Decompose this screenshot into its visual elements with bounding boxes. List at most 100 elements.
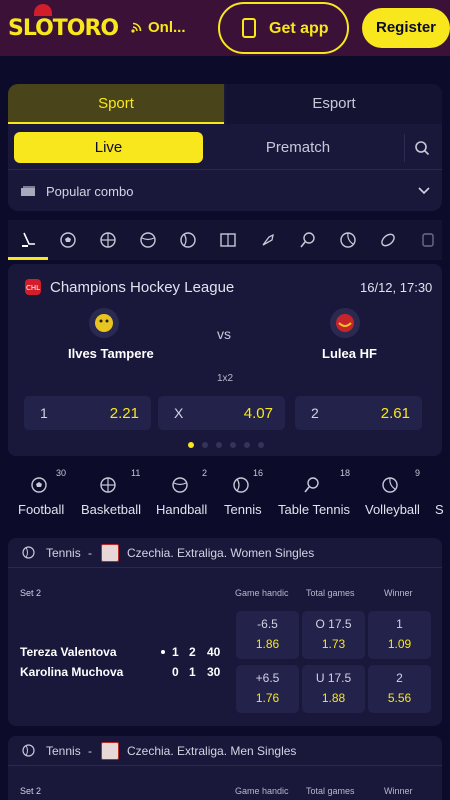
table-tennis-icon — [304, 477, 319, 493]
event-sport: Tennis — [46, 546, 81, 560]
odd-button-draw[interactable]: X 4.07 — [158, 396, 285, 430]
handball-icon — [172, 477, 188, 493]
category-name: Table Tennis — [278, 502, 351, 517]
volleyball-icon[interactable] — [339, 231, 357, 249]
live-event-card[interactable]: Tennis - Czechia. Extraliga. Men Singles… — [8, 736, 442, 800]
hockey-icon[interactable] — [20, 231, 38, 249]
prematch-button[interactable]: Prematch — [208, 132, 388, 163]
column-header-winner: Winner — [384, 786, 413, 796]
online-indicator[interactable]: Onl... — [148, 19, 186, 36]
carousel-dot[interactable] — [216, 442, 222, 448]
market-handicap-1[interactable]: -6.5 1.86 — [236, 611, 299, 659]
active-sport-indicator — [8, 257, 48, 260]
market-total-under[interactable]: U 17.5 1.88 — [302, 665, 365, 713]
search-button[interactable] — [404, 134, 434, 162]
odd-label: 1 — [40, 405, 48, 421]
team1-name: Ilves Tampere — [68, 346, 154, 361]
table-tennis-icon[interactable] — [299, 231, 317, 249]
badminton-icon[interactable] — [259, 231, 277, 249]
category-volleyball[interactable]: 9 Volleyball — [365, 468, 420, 524]
category-handball[interactable]: 2 Handball — [156, 468, 208, 524]
popular-combo-label[interactable]: Popular combo — [46, 184, 133, 199]
category-count: 18 — [340, 468, 351, 478]
category-name: Handball — [156, 502, 208, 517]
market-odd: 1.76 — [255, 691, 280, 705]
team2-name: Lulea HF — [322, 346, 377, 361]
market-line: -6.5 — [257, 617, 278, 631]
basketball-icon[interactable] — [99, 231, 117, 249]
top-header: SLOTORO Onl... Get app Register — [0, 0, 450, 56]
tennis-icon — [22, 744, 35, 757]
market-odd: 1.73 — [321, 637, 346, 651]
column-header-winner: Winner — [384, 588, 413, 598]
search-icon — [415, 141, 430, 156]
market-line: 1 — [396, 617, 403, 631]
czechia-flag-icon — [101, 742, 119, 760]
market-line: O 17.5 — [315, 617, 352, 631]
team2-logo — [330, 308, 360, 338]
logo-text: SLOTORO — [8, 16, 119, 41]
sport-filter-row — [8, 220, 442, 260]
odd-value: 2.61 — [380, 405, 410, 422]
separator: - — [88, 744, 92, 758]
featured-match-card[interactable]: CHL Champions Hockey League 16/12, 17:30… — [8, 264, 442, 456]
carousel-dot[interactable] — [244, 442, 250, 448]
market-line: U 17.5 — [315, 671, 352, 685]
football-icon[interactable] — [59, 231, 77, 249]
category-name: Football — [18, 502, 65, 517]
team1-logo — [89, 308, 119, 338]
carousel-dot[interactable] — [202, 442, 208, 448]
carousel-dot[interactable] — [188, 442, 194, 448]
tennis-icon[interactable] — [179, 231, 197, 249]
get-app-label: Get app — [269, 20, 329, 37]
odd-button-away[interactable]: 2 2.61 — [295, 396, 422, 430]
market-odd: 1.09 — [387, 637, 412, 651]
category-basketball[interactable]: 11 Basketball — [81, 468, 141, 524]
category-more[interactable]: S — [435, 468, 450, 524]
category-football[interactable]: 30 Football — [18, 468, 66, 524]
phone-icon — [242, 18, 256, 38]
logo[interactable]: SLOTORO — [8, 4, 119, 41]
carousel-dot[interactable] — [230, 442, 236, 448]
category-name: Volleyball — [365, 502, 420, 517]
register-button[interactable]: Register — [362, 8, 450, 48]
set-label: Set 2 — [20, 588, 42, 598]
santa-hat-icon — [34, 4, 52, 16]
odd-label: 2 — [311, 405, 319, 421]
odd-value: 4.07 — [243, 405, 273, 422]
futsal-icon[interactable] — [219, 231, 237, 249]
player-name: Karolina Muchova — [20, 665, 124, 679]
svg-text:CHL: CHL — [26, 284, 40, 292]
tab-esport[interactable]: Esport — [226, 84, 442, 124]
market-total-over[interactable]: O 17.5 1.73 — [302, 611, 365, 659]
mode-panel: Sport Esport Live Prematch Popular combo — [8, 84, 442, 211]
get-app-button[interactable]: Get app — [218, 2, 349, 54]
odd-button-home[interactable]: 1 2.21 — [24, 396, 151, 430]
market-handicap-2[interactable]: +6.5 1.76 — [236, 665, 299, 713]
column-header-handicap: Game handic — [235, 786, 289, 796]
category-count: 11 — [131, 468, 141, 478]
more-icon[interactable] — [419, 231, 437, 249]
chevron-down-icon[interactable] — [418, 185, 430, 195]
category-name: Basketball — [81, 502, 141, 517]
volleyball-icon — [382, 477, 398, 493]
handball-icon[interactable] — [139, 231, 157, 249]
market-winner-2[interactable]: 2 5.56 — [368, 665, 431, 713]
live-button[interactable]: Live — [14, 132, 203, 163]
live-event-card[interactable]: Tennis - Czechia. Extraliga. Women Singl… — [8, 538, 442, 726]
carousel-dot[interactable] — [258, 442, 264, 448]
market-odd: 1.88 — [321, 691, 346, 705]
event-league: Czechia. Extraliga. Women Singles — [127, 546, 315, 560]
market-winner-1[interactable]: 1 1.09 — [368, 611, 431, 659]
category-table-tennis[interactable]: 18 Table Tennis — [278, 468, 350, 524]
category-name: Tennis — [224, 502, 262, 517]
tab-sport[interactable]: Sport — [8, 84, 224, 124]
column-header-handicap: Game handic — [235, 588, 289, 598]
american-football-icon[interactable] — [379, 231, 397, 249]
category-name: S — [435, 502, 444, 517]
ticket-icon — [21, 186, 35, 196]
set1-score: 1 — [172, 645, 179, 659]
match-time: 16/12, 17:30 — [360, 280, 433, 295]
czechia-flag-icon — [101, 544, 119, 562]
category-tennis[interactable]: 16 Tennis — [224, 468, 263, 524]
